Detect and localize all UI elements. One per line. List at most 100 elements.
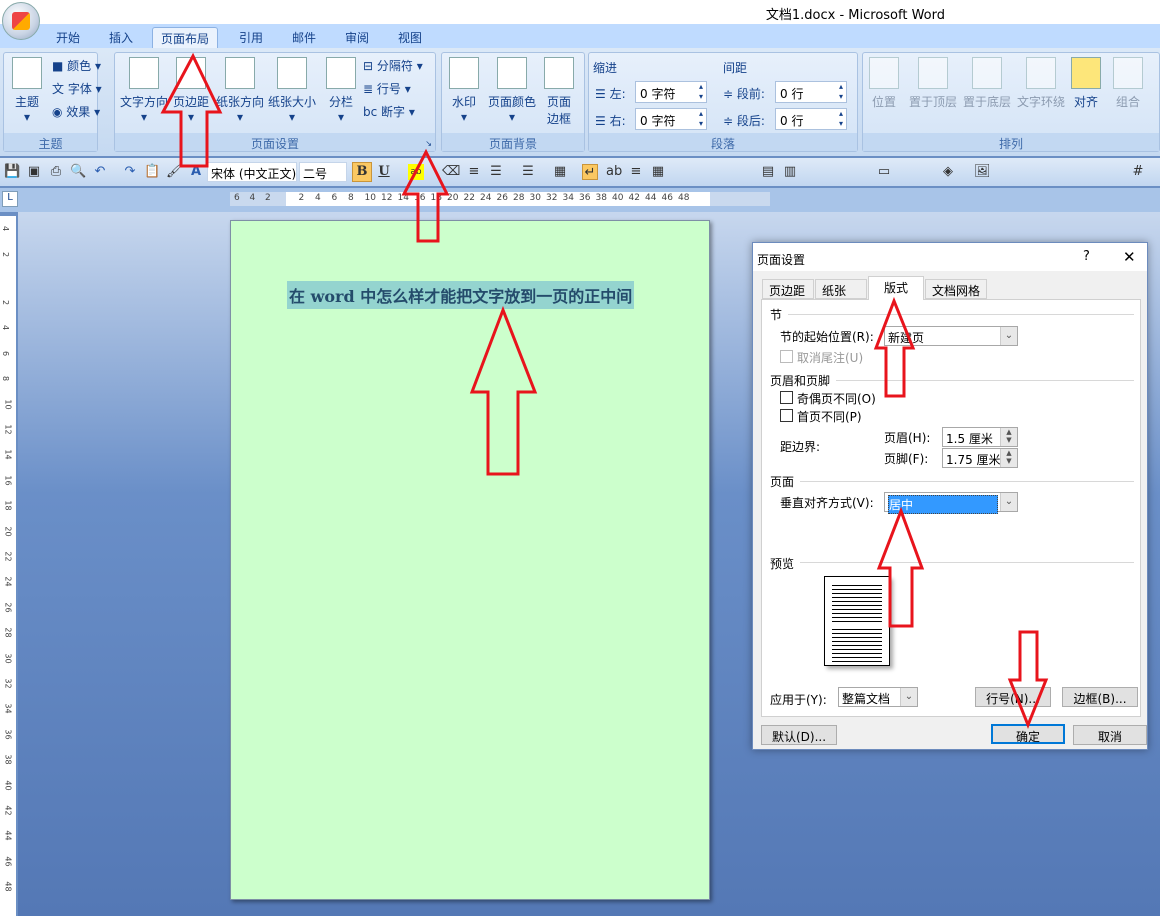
tab-review[interactable]: 审阅 [337,27,377,48]
page-setup-launcher-icon[interactable]: ↘ [425,139,432,148]
bold-button[interactable]: B [352,162,372,182]
effects-button[interactable]: ◉ 效果 ▾ [52,103,100,120]
spinner-icon[interactable]: ▲ ▼ [1000,449,1017,467]
hyphenation-button[interactable]: bc 断字 ▾ [363,103,415,120]
bullets-icon[interactable]: ☰ [488,164,504,180]
text-direction-button[interactable]: 文字方向 ▾ [119,57,169,124]
send-back-button[interactable]: 置于底层 [961,57,1013,110]
first-page-checkbox[interactable] [780,409,793,422]
indent-left-input[interactable]: 0 字符 [635,81,707,103]
document-page[interactable]: 在 word 中怎么样才能把文字放到一页的正中间 [230,220,710,900]
footer-distance-input[interactable]: 1.75 厘米 ▲ ▼ [942,448,1018,468]
tab-page-layout[interactable]: 页面布局 [152,27,219,48]
tab-mailings[interactable]: 邮件 [284,27,324,48]
page-color-button[interactable]: 页面颜色 ▾ [486,57,538,124]
document-text[interactable]: 在 word 中怎么样才能把文字放到一页的正中间 [287,281,635,309]
theme-button[interactable]: 主题 ▾ [10,57,44,124]
fill-color-icon[interactable]: ◈ [940,164,956,180]
preview-heading: 预览 [770,557,795,571]
borders-icon[interactable]: ▦ [552,164,568,180]
underline-button[interactable]: U [376,164,392,180]
tab-home[interactable]: 开始 [48,27,88,48]
tab-references[interactable]: 引用 [231,27,271,48]
numbering-icon[interactable]: ☰ [520,164,536,180]
orientation-button[interactable]: 纸张方向 ▾ [215,57,265,124]
indent-right-input[interactable]: 0 字符 [635,108,707,130]
tab-margins[interactable]: 页边距 [762,279,814,299]
size-button[interactable]: 纸张大小 ▾ [267,57,317,124]
align-button[interactable]: 对齐 [1071,57,1101,110]
tab-selector[interactable]: L [2,191,18,207]
vertical-align-select[interactable]: 居中 ⌄ [884,492,1018,514]
label: 页面 边框 [546,95,571,126]
apply-to-select[interactable]: 整篇文档 ⌄ [838,687,918,707]
spinner-icon[interactable]: ▲ ▼ [1000,428,1017,446]
section-start-select[interactable]: 新建页 ⌄ [884,326,1018,346]
print-preview-icon[interactable]: 🔍 [70,164,86,180]
print-icon[interactable]: ⎙ [48,164,64,180]
borders-button[interactable]: 边框(B)... [1062,687,1138,707]
ruler-tick-label: 6 [234,193,240,203]
ruler-tick-label: 40 [612,193,624,203]
format-painter-icon[interactable]: 🖌 [166,164,183,180]
indent-label: 缩进 [593,61,618,75]
ruler-tick-label: 2 [265,193,271,203]
ruler-tick-label: 34 [3,703,13,714]
clear-format-icon[interactable]: ⌫ [442,164,460,180]
group-paragraph: 缩进 间距 ☰ 左: 0 字符 ☰ 右: 0 字符 ≑ 段前: 0 行 ≑ 段后… [588,52,858,152]
tab-document-grid[interactable]: 文档网格 [925,279,987,299]
grid-icon[interactable]: # [1130,164,1146,180]
picture-icon[interactable]: 🖼 [974,164,991,180]
spacing-after-input[interactable]: 0 行 [775,108,847,130]
wrap-icon[interactable]: ≡ [466,164,482,180]
line-numbers-button[interactable]: 行号(N)... [975,687,1051,707]
font-size-select[interactable]: 二号 [299,162,347,182]
cancel-button[interactable]: 取消 [1073,725,1147,745]
help-button[interactable]: ? [1083,249,1090,264]
watermark-button[interactable]: 水印 ▾ [448,57,480,124]
save-as-icon[interactable]: ▣ [26,164,42,180]
bring-front-button[interactable]: 置于顶层 [907,57,959,110]
paragraph-mark-icon[interactable]: ↵ [582,164,598,180]
save-icon[interactable]: 💾 [4,164,20,180]
page-borders-button[interactable]: 页面 边框 [544,57,574,127]
breaks-button[interactable]: ⊟ 分隔符 ▾ [363,57,423,74]
undo-icon[interactable]: ↶ [92,164,108,180]
text-wrap-button[interactable]: 文字环绕 [1015,57,1067,110]
columns-button[interactable]: 分栏 ▾ [325,57,357,124]
odd-even-checkbox[interactable] [780,391,793,404]
default-button[interactable]: 默认(D)... [761,725,837,745]
fonts-button[interactable]: 文 字体 ▾ [52,80,102,97]
font-style-icon[interactable]: A [188,164,204,180]
tab-layout[interactable]: 版式 [868,276,924,300]
horizontal-ruler[interactable]: 6 4 2 2 4 6 8 10 12 14 16 18 20 22 24 26 28 30 32 34 36 38 40 4… [230,192,770,206]
insert-row-icon[interactable]: ▤ [760,164,776,180]
header-distance-input[interactable]: 1.5 厘米 ▲ ▼ [942,427,1018,447]
margins-button[interactable]: 页边距 ▾ [173,57,209,124]
group-objects-button[interactable]: 组合 [1113,57,1143,110]
font-name-select[interactable]: 宋体 (中文正文) [207,162,297,182]
highlight-icon[interactable]: ab [408,164,424,180]
colors-button[interactable]: ■ 颜色 ▾ [52,57,101,74]
insert-col-icon[interactable]: ▥ [782,164,798,180]
ruler-tick-label: 48 [3,881,13,892]
table-icon[interactable]: ▦ [650,164,666,180]
tab-paper[interactable]: 纸张 [815,279,867,299]
position-button[interactable]: 位置 [869,57,899,110]
office-button[interactable] [2,2,40,40]
tab-insert[interactable]: 插入 [101,27,141,48]
spacing-before-input[interactable]: 0 行 [775,81,847,103]
vertical-ruler[interactable]: 4 2 2 4 6 8 10 12 14 16 18 20 22 24 26 28 30 32 34 36 38 40 42… [0,216,16,916]
suppress-endnotes-checkbox[interactable] [780,350,793,363]
replace-icon[interactable]: ab [606,164,622,180]
paste-icon[interactable]: 📋 [144,164,160,180]
ok-button[interactable]: 确定 [991,724,1065,744]
line-numbers-button[interactable]: ≣ 行号 ▾ [363,80,411,97]
close-button[interactable]: ✕ [1123,248,1136,266]
tab-view[interactable]: 视图 [390,27,430,48]
redo-icon[interactable]: ↷ [122,164,138,180]
textbox-icon[interactable]: ▭ [876,164,892,180]
ruler-tick-label: 36 [3,729,13,740]
dialog-title: 页面设置 [757,253,806,267]
center-icon[interactable]: ≡ [628,164,644,180]
